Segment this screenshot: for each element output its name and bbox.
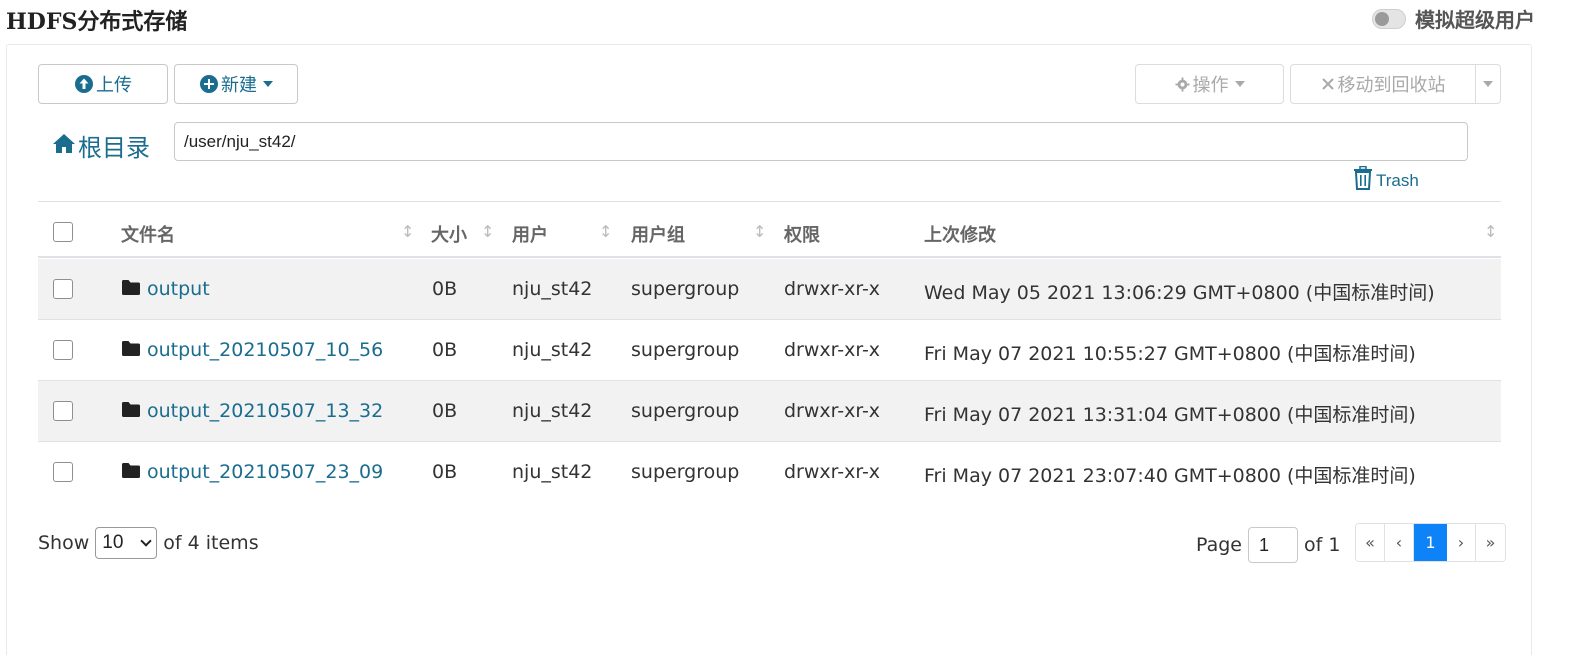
first-page-button[interactable]: « [1356,524,1385,561]
superuser-label: 模拟超级用户 [1415,8,1535,32]
actions-dropdown-button[interactable]: 操作 [1135,64,1284,104]
item-count: of 4 items [163,532,259,554]
page-1-button[interactable]: 1 [1414,524,1447,561]
file-modified: Wed May 05 2021 13:06:29 GMT+0800 (中国标准时… [924,282,1435,304]
folder-icon [122,339,140,361]
page-count: of 1 [1304,534,1341,556]
page-size-control: Show 10 of 4 items [38,527,259,559]
row-checkbox[interactable] [53,279,73,299]
last-page-button[interactable]: » [1476,524,1505,561]
page-title: HDFS分布式存储 [6,9,188,35]
file-name-label: output_20210507_13_32 [147,400,384,422]
file-name-link[interactable]: output_20210507_23_09 [122,461,383,483]
trash-label: Trash [1376,170,1419,190]
table-row[interactable]: output_20210507_13_32 0B nju_st42 superg… [38,381,1501,442]
file-name-label: output [147,278,210,300]
file-user: nju_st42 [512,400,593,422]
caret-down-icon [263,81,273,87]
file-permission: drwxr-xr-x [784,339,881,361]
file-size: 0B [432,400,458,422]
folder-icon [122,461,140,483]
root-directory-link[interactable]: 根目录 [52,128,150,163]
path-value: /user/nju_st42/ [184,131,296,151]
select-all-checkbox[interactable] [53,222,73,242]
folder-icon [122,278,140,300]
row-checkbox[interactable] [53,462,73,482]
column-header-modified[interactable]: 上次修改 [924,221,996,247]
trash-link[interactable]: Trash [1352,165,1419,195]
trash-icon [1352,165,1374,195]
table-row[interactable]: output_20210507_23_09 0B nju_st42 superg… [38,442,1501,503]
column-header-user[interactable]: 用户 [512,221,548,247]
file-user: nju_st42 [512,339,593,361]
file-size: 0B [432,461,458,483]
file-group: supergroup [631,339,740,361]
file-modified: Fri May 07 2021 23:07:40 GMT+0800 (中国标准时… [924,465,1416,487]
root-directory-label: 根目录 [78,134,150,162]
home-icon [52,132,76,160]
sort-icon[interactable]: ↕ [1484,222,1497,241]
file-name-link[interactable]: output_20210507_13_32 [122,400,383,422]
toggle-switch[interactable] [1372,8,1406,29]
page-number-value: 1 [1259,534,1270,555]
page-label: Page [1196,534,1242,556]
upload-label: 上传 [96,75,132,96]
file-permission: drwxr-xr-x [784,278,881,300]
column-header-permission[interactable]: 权限 [784,221,820,247]
file-modified: Fri May 07 2021 13:31:04 GMT+0800 (中国标准时… [924,404,1416,426]
path-input[interactable]: /user/nju_st42/ [174,122,1468,161]
file-permission: drwxr-xr-x [784,400,881,422]
move-to-trash-button[interactable]: 移动到回收站 [1290,64,1476,104]
page-size-value: 10 [102,532,124,553]
file-size: 0B [432,278,458,300]
caret-down-icon [1483,81,1493,87]
file-group: supergroup [631,461,740,483]
plus-circle-icon [199,74,219,94]
actions-label: 操作 [1192,75,1229,96]
folder-icon [122,400,140,422]
pagination: « ‹ 1 › » [1355,523,1506,562]
move-to-trash-label: 移动到回收站 [1337,75,1446,96]
file-name-label: output_20210507_23_09 [147,461,384,483]
file-user: nju_st42 [512,461,593,483]
chevron-down-icon [140,535,152,547]
table-header: 文件名 ↕ 大小 ↕ 用户 ↕ 用户组 ↕ 权限 上次修改 ↕ [38,201,1501,258]
close-icon [1321,77,1335,91]
column-header-size[interactable]: 大小 [431,221,467,247]
caret-down-icon [1234,81,1245,87]
sort-icon[interactable]: ↕ [401,222,414,241]
sort-icon[interactable]: ↕ [481,222,494,241]
file-group: supergroup [631,278,740,300]
move-to-trash-dropdown-toggle[interactable] [1475,64,1501,104]
next-page-button[interactable]: › [1447,524,1476,561]
row-checkbox[interactable] [53,340,73,360]
prev-page-button[interactable]: ‹ [1385,524,1414,561]
file-name-link[interactable]: output [122,278,210,300]
sort-icon[interactable]: ↕ [599,222,612,241]
file-permission: drwxr-xr-x [784,461,881,483]
file-size: 0B [432,339,458,361]
row-checkbox[interactable] [53,401,73,421]
superuser-toggle[interactable]: 模拟超级用户 [1372,4,1535,33]
column-header-name[interactable]: 文件名 [121,221,175,247]
page-number-input[interactable]: 1 [1248,527,1298,563]
upload-button[interactable]: 上传 [38,64,168,104]
file-name-label: output_20210507_10_56 [147,339,384,361]
file-name-link[interactable]: output_20210507_10_56 [122,339,383,361]
new-dropdown-button[interactable]: 新建 [174,64,298,104]
column-header-group[interactable]: 用户组 [631,221,685,247]
file-user: nju_st42 [512,278,593,300]
gear-icon [1174,76,1190,92]
page-size-select[interactable]: 10 [95,527,158,559]
show-label: Show [38,532,90,554]
sort-icon[interactable]: ↕ [753,222,766,241]
page-jump-control: Page 1 of 1 [1196,527,1340,563]
file-modified: Fri May 07 2021 10:55:27 GMT+0800 (中国标准时… [924,343,1416,365]
table-row[interactable]: output 0B nju_st42 supergroup drwxr-xr-x… [38,259,1501,320]
file-group: supergroup [631,400,740,422]
table-row[interactable]: output_20210507_10_56 0B nju_st42 superg… [38,320,1501,381]
new-label: 新建 [221,75,257,96]
upload-icon [74,74,94,94]
